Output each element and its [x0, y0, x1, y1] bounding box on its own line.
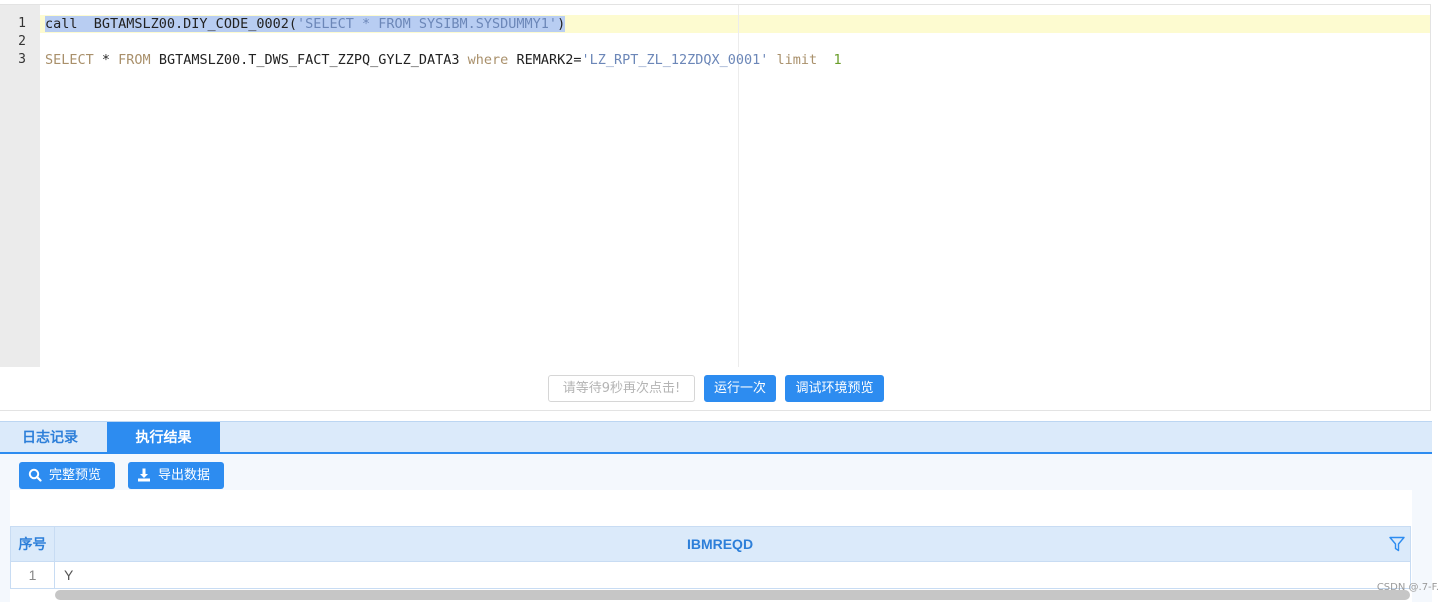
full-preview-button[interactable]: 完整预览 [19, 462, 115, 489]
selected-text: call BGTAMSLZ00.DIY_CODE_0002('SELECT * … [45, 16, 566, 32]
ibmreqd-cell: Y [64, 567, 74, 583]
watermark: CSDN @.7-F. [1376, 582, 1439, 593]
number-token: 1 [833, 52, 842, 68]
paren-token: ) [557, 16, 566, 32]
full-preview-label: 完整预览 [49, 468, 102, 483]
horizontal-scrollbar[interactable] [55, 590, 1410, 600]
column-header-ibmreqd[interactable]: IBMREQD [55, 527, 1385, 562]
keyword-token: limit [768, 52, 818, 68]
table-row[interactable]: 1 Y [11, 562, 1410, 588]
row-index-cell: 1 [11, 562, 55, 588]
column-header-index: 序号 [11, 527, 55, 562]
line-number: 1 [18, 16, 26, 31]
debug-preview-button[interactable]: 调试环境预览 [785, 375, 884, 402]
filter-icon[interactable] [1388, 535, 1406, 553]
tab-result[interactable]: 执行结果 [107, 422, 220, 453]
string-token: 'LZ_RPT_ZL_12ZDQX_0001' [581, 52, 769, 68]
export-data-button[interactable]: 导出数据 [128, 462, 224, 489]
string-token: 'SELECT * FROM SYSIBM.SYSDUMMY1' [296, 16, 558, 32]
run-once-button[interactable]: 运行一次 [704, 375, 776, 402]
wait-button-disabled: 请等待9秒再次点击! [548, 375, 695, 402]
line-number: 3 [18, 52, 26, 67]
output-panel: 日志记录 执行结果 完整预览 导出数据 序号 IBMREQD 1 Y [0, 421, 1432, 602]
line-number-gutter: 1 2 3 [0, 5, 40, 367]
tab-log[interactable]: 日志记录 [0, 422, 100, 453]
keyword-token: SELECT [45, 52, 94, 68]
sql-editor[interactable]: 1 2 3 call BGTAMSLZ00.DIY_CODE_0002('SEL… [0, 4, 1431, 367]
code-line-3[interactable]: SELECT * FROM BGTAMSLZ00.T_DWS_FACT_ZZPQ… [45, 51, 842, 69]
code-line-1[interactable]: call BGTAMSLZ00.DIY_CODE_0002('SELECT * … [45, 15, 566, 33]
export-data-label: 导出数据 [158, 468, 211, 483]
download-icon [138, 468, 150, 482]
keyword-token: FROM [118, 52, 151, 68]
identifier-token: BGTAMSLZ00.DIY_CODE_0002( [77, 16, 297, 32]
text-token: REMARK2= [508, 52, 582, 68]
table-header: 序号 IBMREQD [11, 527, 1410, 562]
keyword-token: where [467, 52, 509, 68]
code-area[interactable]: call BGTAMSLZ00.DIY_CODE_0002('SELECT * … [40, 5, 1430, 367]
line-number: 2 [18, 34, 26, 49]
output-tabs: 日志记录 执行结果 [0, 421, 1432, 454]
keyword-token: call [45, 16, 78, 32]
action-bar: 请等待9秒再次点击! 运行一次 调试环境预览 [0, 367, 1431, 411]
text-token: BGTAMSLZ00.T_DWS_FACT_ZZPQ_GYLZ_DATA3 [150, 52, 468, 68]
result-table: 序号 IBMREQD 1 Y [10, 526, 1411, 589]
result-container: 序号 IBMREQD 1 Y [10, 490, 1412, 602]
text-token: * [93, 52, 119, 68]
search-icon [28, 468, 42, 482]
